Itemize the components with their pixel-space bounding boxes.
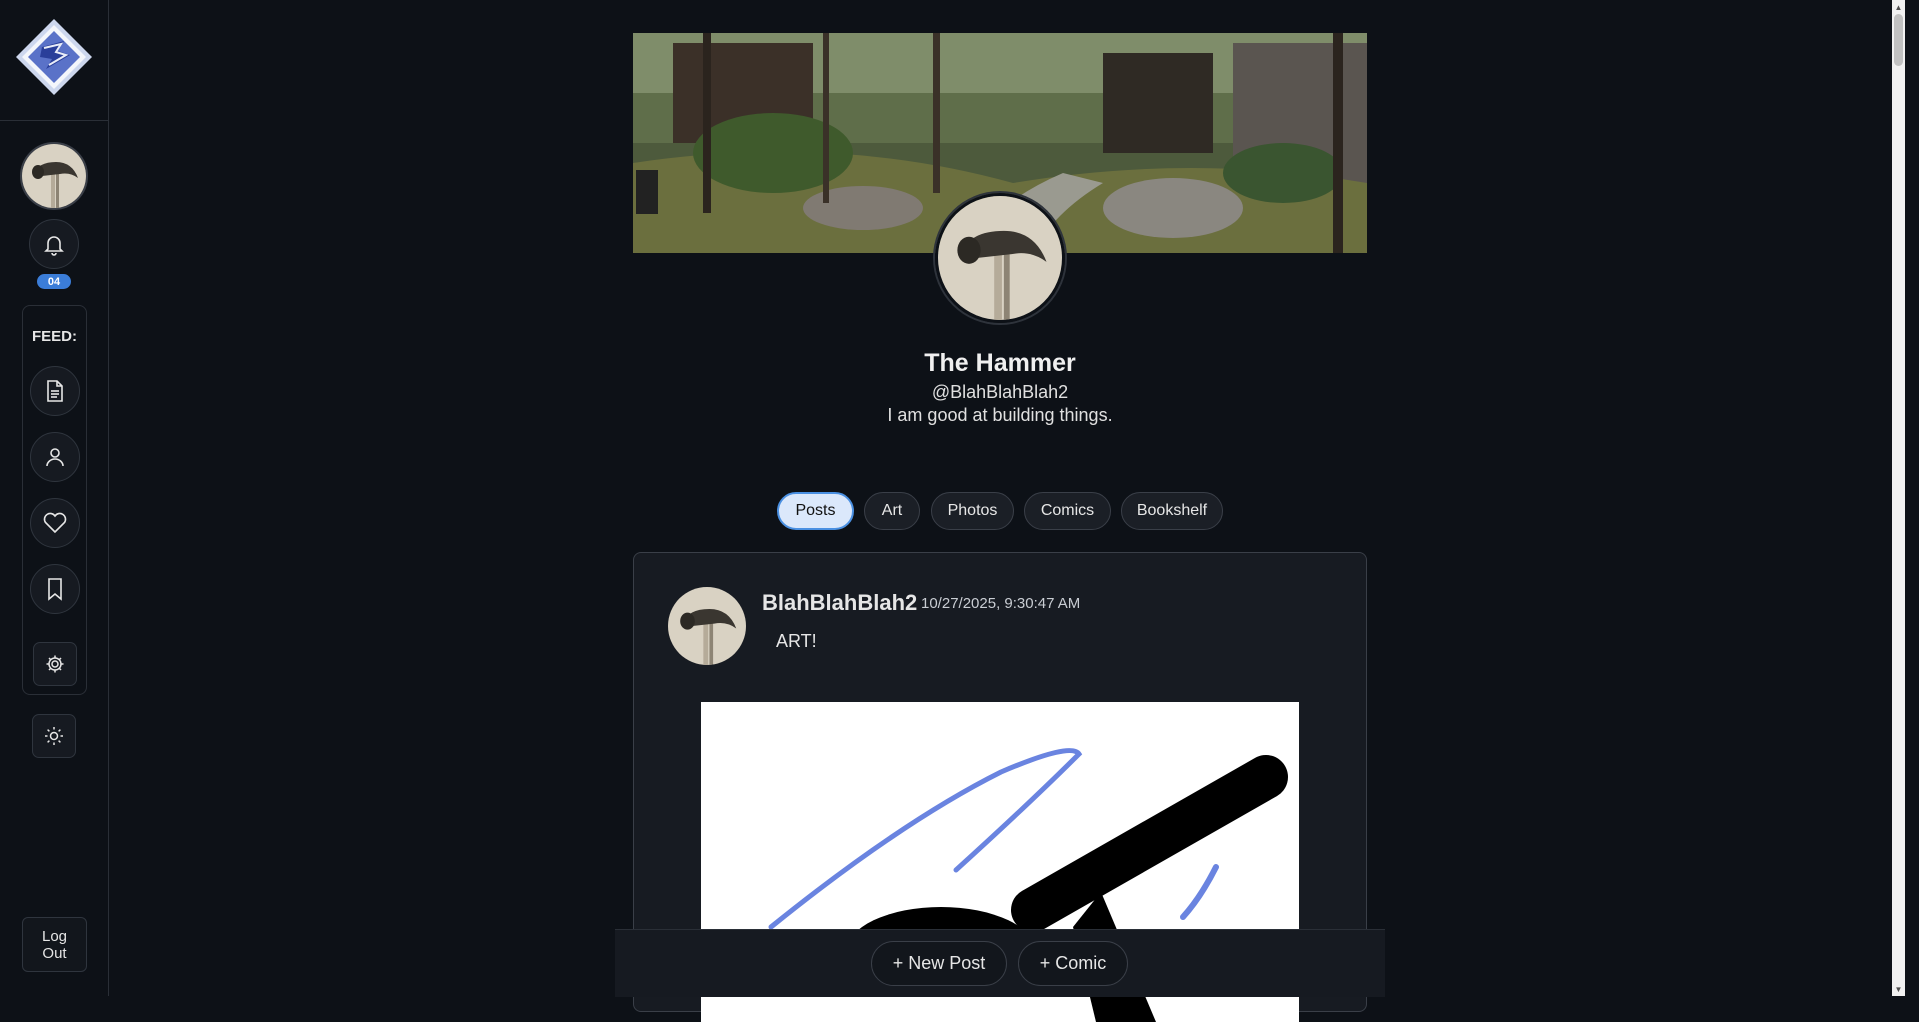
user-icon [46, 448, 64, 467]
theme-toggle-button[interactable] [32, 714, 76, 758]
post-text: ART! [776, 631, 817, 651]
feed-following-button[interactable] [30, 432, 80, 482]
profile-bio: I am good at building things. [887, 405, 1113, 425]
bell-icon [44, 236, 64, 256]
tab-bookshelf[interactable]: Bookshelf [1121, 492, 1223, 530]
app-logo-icon[interactable] [14, 17, 94, 97]
scroll-up-arrow-icon[interactable]: ▲ [1892, 1, 1905, 13]
notification-count-badge: 04 [37, 274, 71, 289]
tab-comics[interactable]: Comics [1024, 492, 1111, 530]
page-scrollbar[interactable]: ▲ ▼ [1892, 0, 1905, 996]
post-timestamp: 10/27/2025, 9:30:47 AM [921, 595, 1081, 612]
new-comic-button[interactable]: + Comic [1018, 941, 1128, 986]
post-author-username[interactable]: BlahBlahBlah2 [762, 590, 917, 616]
profile-tabs: Posts Art Photos Comics Bookshelf [0, 492, 1919, 532]
new-post-button[interactable]: + New Post [871, 941, 1007, 986]
notifications-button[interactable] [29, 219, 79, 269]
feed-posts-button[interactable] [30, 366, 80, 416]
document-icon [47, 380, 63, 402]
logout-label-line2: Out [42, 944, 67, 962]
scroll-down-arrow-icon[interactable]: ▼ [1892, 983, 1905, 995]
sidebar-avatar[interactable] [20, 142, 88, 210]
profile-avatar[interactable] [935, 193, 1065, 323]
tab-posts[interactable]: Posts [777, 492, 854, 530]
logout-button[interactable]: Log Out [22, 917, 87, 972]
settings-button[interactable] [33, 642, 77, 686]
gear-icon [46, 655, 64, 673]
bottom-action-bar: + New Post + Comic [615, 929, 1385, 997]
scrollbar-thumb[interactable] [1894, 14, 1903, 66]
bookmark-icon [48, 578, 62, 601]
logout-label-line1: Log [41, 927, 68, 945]
profile-handle: @BlahBlahBlah2 [931, 382, 1069, 402]
logo-area [0, 0, 108, 121]
feed-bookmarks-button[interactable] [30, 564, 80, 614]
feed-label: FEED: [32, 328, 77, 345]
tab-art[interactable]: Art [864, 492, 920, 530]
post-author-avatar[interactable] [668, 587, 746, 665]
profile-name: The Hammer [924, 349, 1076, 377]
sun-icon [45, 727, 63, 745]
tab-photos[interactable]: Photos [931, 492, 1014, 530]
